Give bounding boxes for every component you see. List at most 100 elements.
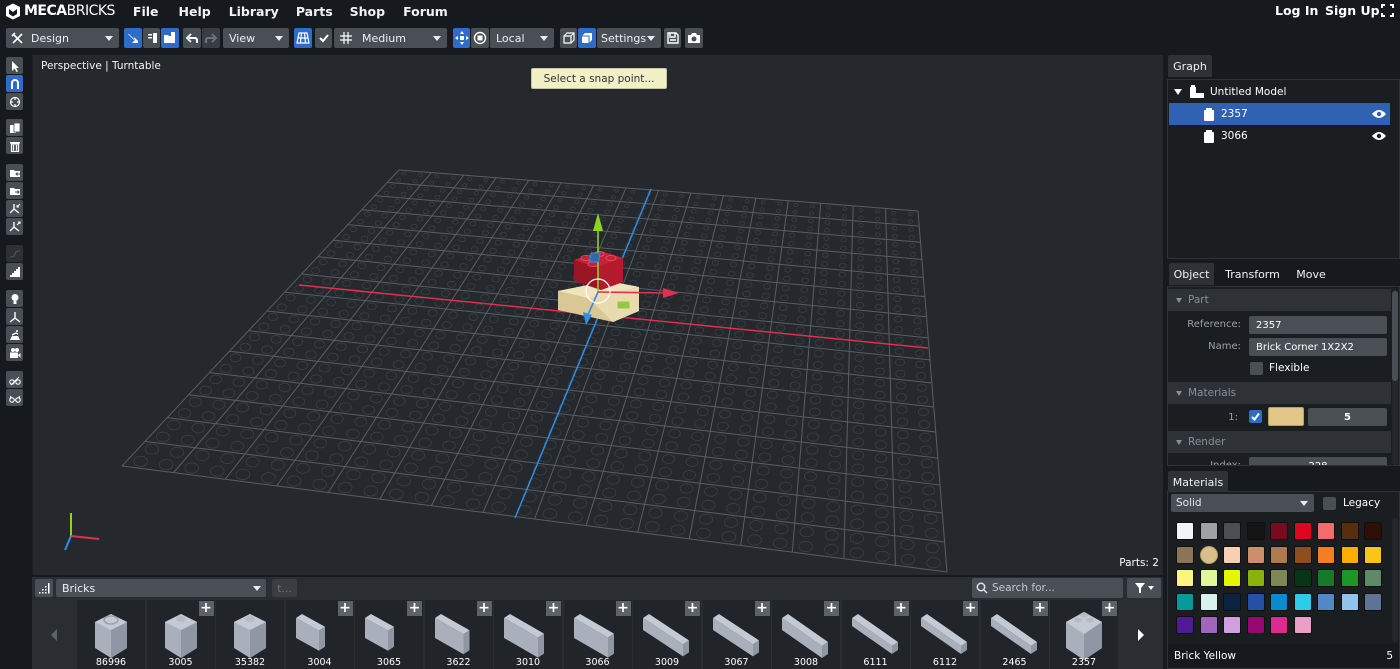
- grid-snap-toggle[interactable]: [315, 28, 332, 48]
- color-swatch[interactable]: [1270, 592, 1288, 611]
- stairs-tool[interactable]: [6, 263, 23, 280]
- 3d-viewport[interactable]: Perspective | Turntable Select a snap po…: [32, 55, 1163, 575]
- add-part-button[interactable]: +: [337, 601, 353, 616]
- color-swatch[interactable]: [1223, 592, 1241, 611]
- eye-icon[interactable]: [1372, 131, 1386, 141]
- part-card-3008[interactable]: +3008: [772, 600, 841, 669]
- color-swatch[interactable]: [1293, 545, 1312, 564]
- color-swatch[interactable]: [1293, 616, 1312, 635]
- color-swatch[interactable]: [1223, 545, 1241, 564]
- color-swatch[interactable]: [1176, 569, 1194, 588]
- mode-select[interactable]: Design: [6, 28, 119, 48]
- add-part-button[interactable]: +: [615, 601, 631, 616]
- color-swatch[interactable]: [1176, 522, 1194, 540]
- color-swatch[interactable]: [1270, 569, 1288, 588]
- flexible-checkbox[interactable]: [1250, 362, 1263, 375]
- solid-view-button[interactable]: [578, 28, 596, 48]
- folder-import-tool[interactable]: [6, 164, 23, 181]
- add-part-button[interactable]: +: [1102, 601, 1117, 616]
- color-swatch[interactable]: [1293, 522, 1312, 540]
- part-card-2357[interactable]: +2357: [1050, 600, 1119, 669]
- menu-library[interactable]: Library: [229, 4, 279, 19]
- export-button[interactable]: [143, 28, 160, 48]
- axis-collapse-tool[interactable]: [6, 200, 23, 217]
- space-select[interactable]: Local: [490, 28, 554, 48]
- color-swatch[interactable]: [1293, 592, 1312, 611]
- part-card-86996[interactable]: 86996: [77, 600, 146, 669]
- color-swatch[interactable]: [1317, 569, 1335, 588]
- tab-transform[interactable]: Transform: [1220, 263, 1285, 285]
- trash-tool[interactable]: [6, 137, 23, 154]
- menu-forum[interactable]: Forum: [403, 4, 448, 19]
- add-part-button[interactable]: +: [963, 601, 978, 616]
- add-part-button[interactable]: +: [407, 601, 422, 616]
- glasses-off-tool[interactable]: [6, 371, 23, 388]
- section-part[interactable]: Part: [1168, 289, 1391, 311]
- screenshot-button[interactable]: [685, 28, 703, 48]
- part-card-6111[interactable]: +6111: [841, 600, 911, 669]
- color-swatch[interactable]: [1176, 616, 1194, 635]
- index-field[interactable]: 228: [1249, 457, 1387, 465]
- signup-link[interactable]: Sign Up: [1325, 3, 1380, 18]
- color-swatch[interactable]: [1270, 616, 1288, 635]
- color-swatch[interactable]: [1364, 569, 1382, 588]
- view-select[interactable]: View: [223, 28, 289, 48]
- color-swatch[interactable]: [1317, 522, 1335, 540]
- color-swatch[interactable]: [1317, 592, 1335, 611]
- add-part-button[interactable]: +: [198, 601, 214, 616]
- import-button[interactable]: [124, 28, 142, 48]
- eye-icon[interactable]: [1372, 109, 1386, 119]
- snap-target-tool[interactable]: [6, 93, 23, 110]
- add-part-button[interactable]: +: [754, 601, 770, 616]
- color-swatch[interactable]: [1246, 592, 1265, 611]
- add-part-button[interactable]: +: [1032, 601, 1048, 616]
- magnet-tool[interactable]: [6, 75, 23, 92]
- add-part-button[interactable]: +: [546, 601, 561, 616]
- subcategory-select[interactable]: t...: [272, 579, 297, 597]
- part-card-3065[interactable]: +3065: [355, 600, 424, 669]
- color-swatch[interactable]: [1340, 592, 1359, 611]
- reference-field[interactable]: 2357: [1249, 316, 1387, 334]
- part-card-2465[interactable]: +2465: [980, 600, 1050, 669]
- part-card-6112[interactable]: +6112: [911, 600, 980, 669]
- add-part-button[interactable]: +: [824, 601, 839, 616]
- add-part-button[interactable]: +: [685, 601, 700, 616]
- color-swatch[interactable]: [1176, 592, 1194, 611]
- curve-tool[interactable]: [6, 245, 23, 262]
- color-swatch[interactable]: [1199, 592, 1218, 611]
- tab-graph[interactable]: Graph: [1168, 55, 1212, 77]
- color-swatch[interactable]: [1364, 522, 1382, 540]
- material-color-swatch[interactable]: [1268, 407, 1304, 426]
- color-swatch[interactable]: [1223, 522, 1241, 540]
- color-swatch[interactable]: [1364, 545, 1382, 564]
- material-checkbox[interactable]: [1249, 410, 1262, 423]
- section-render[interactable]: Render: [1168, 431, 1391, 453]
- section-materials[interactable]: Materials: [1168, 382, 1391, 404]
- add-folder-button[interactable]: [161, 28, 179, 48]
- search-input[interactable]: [992, 582, 1117, 594]
- material-id-field[interactable]: 5: [1308, 408, 1387, 426]
- copy-tool[interactable]: [6, 119, 23, 136]
- scroll-left-button[interactable]: [32, 600, 76, 669]
- move-gizmo-button[interactable]: [453, 28, 470, 48]
- select-tool[interactable]: [6, 57, 23, 74]
- name-field[interactable]: Brick Corner 1X2X2: [1249, 338, 1387, 356]
- menu-file[interactable]: File: [133, 4, 159, 19]
- login-link[interactable]: Log In: [1275, 3, 1318, 18]
- expand-triangle-icon[interactable]: [1174, 89, 1182, 95]
- part-card-3622[interactable]: +3622: [424, 600, 494, 669]
- color-swatch[interactable]: [1199, 545, 1218, 564]
- properties-scrollbar[interactable]: [1392, 289, 1398, 465]
- size-sort-button[interactable]: [35, 579, 53, 597]
- wireframe-button[interactable]: [560, 28, 577, 48]
- grid-size-select[interactable]: Medium: [334, 28, 447, 48]
- save-button[interactable]: [664, 28, 681, 48]
- color-swatch[interactable]: [1223, 569, 1241, 588]
- undo-button[interactable]: [183, 28, 201, 48]
- tab-materials[interactable]: Materials: [1168, 471, 1228, 493]
- mecabricks-logo[interactable]: MECA BRICKS: [5, 3, 115, 20]
- axis-expand-tool[interactable]: [6, 218, 23, 235]
- tree-root-model[interactable]: Untitled Model: [1169, 81, 1390, 103]
- axes-tool[interactable]: [6, 308, 23, 325]
- color-swatch[interactable]: [1246, 616, 1265, 635]
